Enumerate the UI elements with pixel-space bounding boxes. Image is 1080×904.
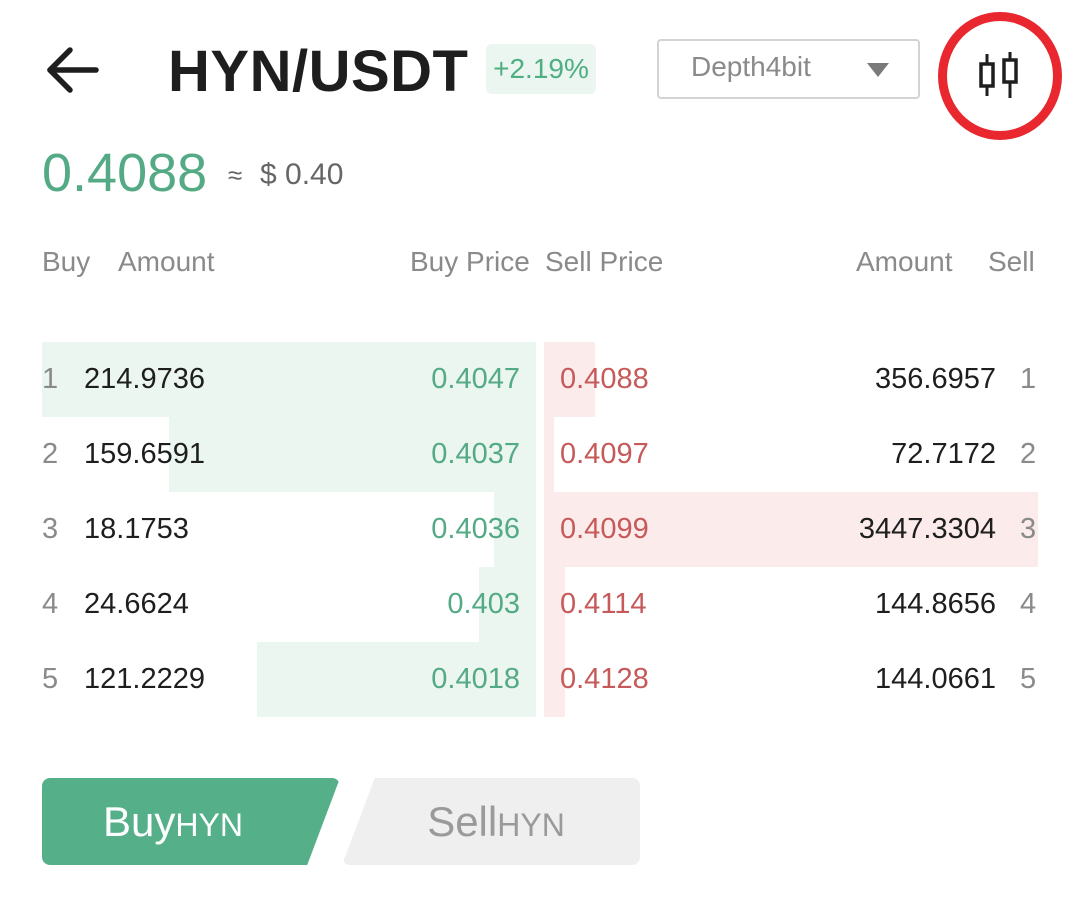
buy-row-amount: 18.1753	[84, 513, 189, 545]
buy-row-price[interactable]: 0.4047	[431, 362, 520, 396]
col-sell-amount: Amount	[856, 246, 953, 277]
sell-depth-bar	[544, 417, 554, 492]
last-price: 0.4088	[42, 143, 208, 203]
col-sell-price: Sell Price	[545, 246, 664, 277]
trade-depth-screen: HYN/USDT +2.19% Depth4bit 0.4088 ≈ $ 0.4…	[0, 0, 1080, 904]
sell-row-index: 3	[1020, 513, 1037, 545]
col-buy-amount: Amount	[118, 246, 215, 277]
buy-row-index: 4	[42, 588, 59, 620]
sell-row-index: 1	[1020, 363, 1037, 395]
buy-row-amount: 24.6624	[84, 588, 189, 620]
buy-row-price[interactable]: 0.4037	[431, 437, 520, 471]
col-buy-price: Buy Price	[410, 246, 530, 277]
sell-button-asset: HYN	[497, 807, 565, 843]
buy-row-amount: 121.2229	[84, 663, 205, 695]
buy-row-amount: 159.6591	[84, 438, 205, 470]
change-badge: +2.19%	[486, 44, 596, 94]
sell-row-price[interactable]: 0.4097	[560, 437, 649, 471]
col-buy: Buy	[42, 246, 91, 277]
sell-row-amount: 144.8656	[875, 588, 996, 620]
sell-row-index: 5	[1020, 663, 1037, 695]
arrow-left-icon	[47, 47, 99, 93]
buy-row-index: 2	[42, 438, 59, 470]
buy-row-index: 1	[42, 363, 59, 395]
buy-row-price[interactable]: 0.4036	[431, 512, 520, 546]
chevron-down-icon	[867, 63, 889, 77]
buy-hyn-button[interactable]: Buy HYN	[42, 778, 340, 865]
depth-select-label: Depth4bit	[691, 51, 811, 82]
sell-row-price[interactable]: 0.4114	[560, 587, 647, 621]
sell-row-amount: 72.7172	[891, 438, 996, 470]
kline-chart-button[interactable]	[964, 40, 1034, 110]
sell-row-price[interactable]: 0.4128	[560, 662, 649, 696]
buy-row-index: 5	[42, 663, 59, 695]
col-sell: Sell	[988, 246, 1035, 277]
sell-row-price[interactable]: 0.4088	[560, 362, 649, 396]
sell-hyn-button[interactable]: Sell HYN	[342, 778, 640, 865]
sell-row-index: 2	[1020, 438, 1037, 470]
buy-row-price[interactable]: 0.4018	[431, 662, 520, 696]
buy-button-label: Buy	[103, 797, 176, 845]
buy-button-asset: HYN	[175, 807, 243, 843]
sell-row-amount: 356.6957	[875, 363, 996, 395]
buy-row-amount: 214.9736	[84, 363, 205, 395]
depth-select[interactable]: Depth4bit	[657, 39, 920, 99]
sell-row-index: 4	[1020, 588, 1037, 620]
candlestick-icon	[979, 52, 1018, 98]
sell-button-label: Sell	[427, 797, 498, 845]
buy-row-index: 3	[42, 513, 59, 545]
approx-symbol: ≈	[228, 160, 243, 190]
pair-title: HYN/USDT	[168, 39, 469, 104]
sell-row-amount: 144.0661	[875, 663, 996, 695]
sell-row-amount: 3447.3304	[858, 513, 996, 545]
back-button[interactable]	[40, 38, 104, 102]
usd-price: $ 0.40	[260, 158, 344, 191]
buy-row-price[interactable]: 0.403	[447, 587, 520, 621]
sell-row-price[interactable]: 0.4099	[560, 512, 649, 546]
